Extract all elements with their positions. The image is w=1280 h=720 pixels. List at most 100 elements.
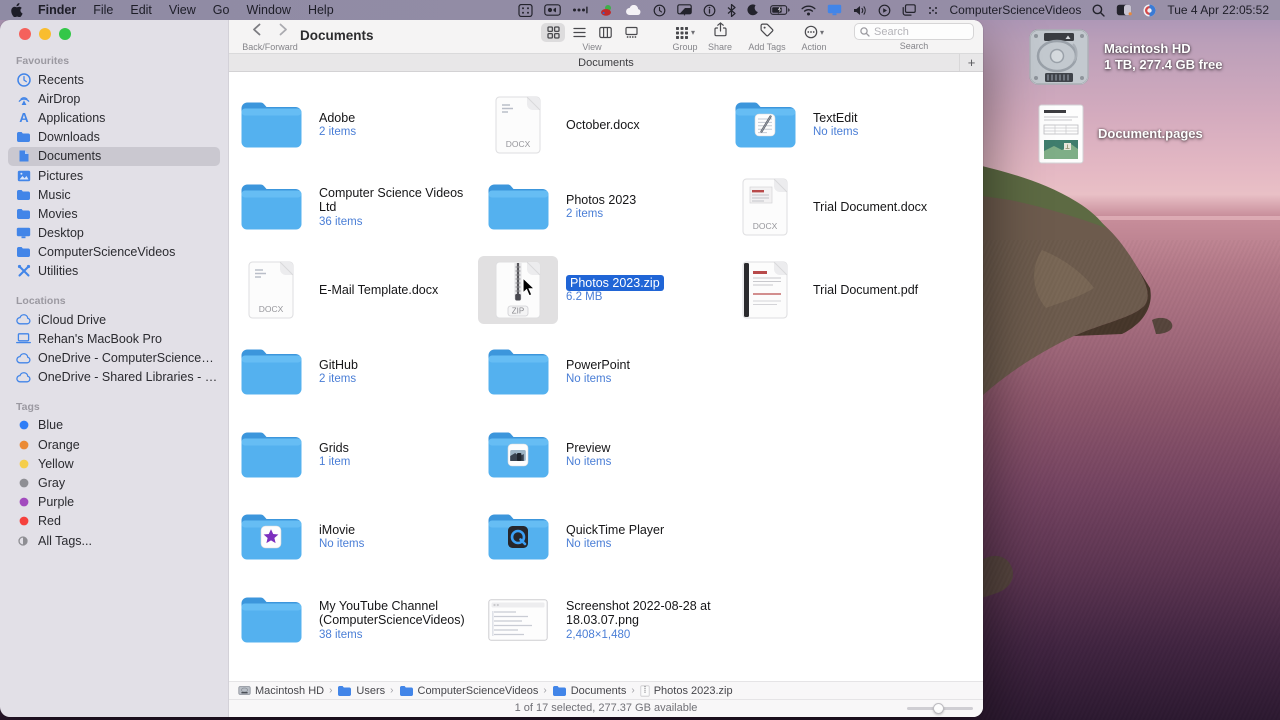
sidebar-item-rehan-s-macbook-pro[interactable]: Rehan's MacBook Pro xyxy=(8,329,220,348)
file-name: October.docx xyxy=(566,117,640,132)
png-file-icon xyxy=(478,586,558,654)
icon-size-slider[interactable] xyxy=(907,703,973,714)
file-item-e-mail-template-docx[interactable]: DOCX E-Mail Template.docx xyxy=(231,255,475,325)
menu-view[interactable]: View xyxy=(169,3,196,17)
add-tags-button[interactable] xyxy=(760,23,774,42)
forward-button[interactable] xyxy=(279,23,288,41)
sidebar-item-documents[interactable]: Documents xyxy=(8,146,220,166)
sidebar-item-pictures[interactable]: Pictures xyxy=(8,166,220,185)
app-color-icon[interactable] xyxy=(599,4,614,17)
file-item-trial-document-pdf[interactable]: Trial Document.pdf xyxy=(725,255,969,325)
desktop-icon-label: Document.pages xyxy=(1098,126,1203,141)
sidebar-item-orange[interactable]: Orange xyxy=(8,435,220,454)
play-circle-icon[interactable] xyxy=(878,4,891,17)
view-columns-button[interactable] xyxy=(593,23,617,42)
ellipsis-bar-icon[interactable] xyxy=(572,5,588,15)
menu-finder[interactable]: Finder xyxy=(38,3,76,17)
battery-icon[interactable] xyxy=(769,5,790,15)
view-gallery-button[interactable] xyxy=(619,23,643,42)
sidebar-item-utilities[interactable]: Utilities xyxy=(8,262,220,281)
tab-documents[interactable]: Documents xyxy=(578,57,634,69)
menubar-account-name[interactable]: ComputerScienceVideos xyxy=(950,3,1082,17)
file-item-photos-2023[interactable]: Photos 2023 2 items xyxy=(478,172,722,242)
path-crumb-photos-2023-zip[interactable]: Photos 2023.zip xyxy=(640,685,733,697)
sidebar-item-downloads[interactable]: Downloads xyxy=(8,128,220,147)
timer-icon[interactable] xyxy=(653,4,666,17)
search-input[interactable]: Search xyxy=(854,23,974,40)
sidebar-item-all-tags[interactable]: All Tags... xyxy=(8,531,220,550)
path-crumb-documents[interactable]: Documents xyxy=(552,685,626,697)
sidebar-item-icloud-drive[interactable]: iCloud Drive xyxy=(8,310,220,329)
file-item-photos-2023-zip[interactable]: ZIP Photos 2023.zip 6.2 MB xyxy=(478,255,722,325)
sidebar-item-applications[interactable]: A Applications xyxy=(8,108,220,127)
sidebar-item-blue[interactable]: Blue xyxy=(8,416,220,435)
file-item-screenshot-2022-08-28-at-18-03-07-png[interactable]: Screenshot 2022-08-28 at 18.03.07.png 2,4… xyxy=(478,585,722,655)
menu-go[interactable]: Go xyxy=(213,3,230,17)
screen-rec-icon[interactable] xyxy=(543,4,561,16)
info-icon[interactable] xyxy=(703,4,716,17)
file-item-october-docx[interactable]: DOCX October.docx xyxy=(478,90,722,160)
file-item-preview[interactable]: Preview No items xyxy=(478,420,722,490)
sidebar-item-red[interactable]: Red xyxy=(8,512,220,531)
file-item-my-youtube-channel-computersciencevideos[interactable]: My YouTube Channel (ComputerScienceVideo… xyxy=(231,585,475,655)
slider-knob[interactable] xyxy=(933,703,944,714)
sidebar-item-music[interactable]: Music xyxy=(8,185,220,204)
view-list-button[interactable] xyxy=(567,23,591,42)
sidebar-item-movies[interactable]: Movies xyxy=(8,204,220,223)
menu-file[interactable]: File xyxy=(93,3,113,17)
file-item-trial-document-docx[interactable]: DOCX Trial Document.docx xyxy=(725,172,969,242)
menu-help[interactable]: Help xyxy=(308,3,334,17)
file-item-imovie[interactable]: iMovie No items xyxy=(231,502,475,572)
moon-icon[interactable] xyxy=(746,4,759,16)
file-item-grids[interactable]: Grids 1 item xyxy=(231,420,475,490)
menu-edit[interactable]: Edit xyxy=(130,3,152,17)
control-center-icon[interactable] xyxy=(1143,4,1156,17)
speaker-icon[interactable] xyxy=(853,5,867,16)
share-button[interactable] xyxy=(713,22,727,42)
magnifier-icon[interactable] xyxy=(1092,4,1106,17)
back-button[interactable] xyxy=(252,23,261,41)
view-grid-button[interactable] xyxy=(541,22,565,42)
file-item-textedit[interactable]: TextEdit No items xyxy=(725,90,969,160)
action-button[interactable]: ▾ xyxy=(804,25,824,39)
sidebar-section-locations: Locations xyxy=(16,295,66,308)
sidebar-item-yellow[interactable]: Yellow xyxy=(8,454,220,473)
menu-window[interactable]: Window xyxy=(246,3,290,17)
monitor-icon[interactable] xyxy=(827,4,842,16)
file-item-adobe[interactable]: Adobe 2 items xyxy=(231,90,475,160)
path-crumb-computersciencevideos[interactable]: ComputerScienceVideos xyxy=(399,685,538,697)
close-button[interactable] xyxy=(19,28,31,40)
file-item-quicktime-player[interactable]: QuickTime Player No items xyxy=(478,502,722,572)
sidebar-item-onedrive-computersciencevideos[interactable]: OneDrive - ComputerScienceVideos xyxy=(8,348,220,367)
menubar-clock[interactable]: Tue 4 Apr 22:05:52 xyxy=(1167,3,1269,17)
sidebar-item-desktop[interactable]: Desktop xyxy=(8,224,220,243)
cloud-icon[interactable] xyxy=(625,4,642,16)
sidebar-item-recents[interactable]: Recents xyxy=(8,70,220,89)
bluetooth-icon[interactable] xyxy=(727,3,736,17)
dots4-icon[interactable] xyxy=(927,5,939,15)
group-button[interactable]: ▾ xyxy=(675,26,695,39)
sidebar-item-gray[interactable]: Gray xyxy=(8,473,220,492)
display-mirror-icon[interactable] xyxy=(676,4,692,16)
desktop-icon-document-pages[interactable]: Document.pages xyxy=(1038,104,1203,164)
zoom-button[interactable] xyxy=(59,28,71,40)
sidebar-item-onedrive-shared-libraries-comp[interactable]: OneDrive - Shared Libraries - Comp... xyxy=(8,368,220,387)
wifi-icon[interactable] xyxy=(801,4,816,16)
file-item-computer-science-videos-ltd[interactable]: Computer Science Videos Ltd 36 items xyxy=(231,172,475,242)
app-grid-icon[interactable] xyxy=(517,3,533,17)
minimize-button[interactable] xyxy=(39,28,51,40)
apple-menu-icon[interactable] xyxy=(11,3,23,17)
sidebar-section-tags: Tags xyxy=(16,400,40,413)
user-switch-icon[interactable] xyxy=(1116,4,1133,16)
sidebar-item-airdrop[interactable]: AirDrop xyxy=(8,89,220,108)
file-item-powerpoint[interactable]: PowerPoint No items xyxy=(478,337,722,407)
windows-stack-icon[interactable] xyxy=(902,4,916,16)
new-tab-button[interactable]: + xyxy=(959,54,983,71)
file-item-github[interactable]: GitHub 2 items xyxy=(231,337,475,407)
path-crumb-macintosh-hd[interactable]: Macintosh HD xyxy=(238,685,324,697)
letter-a-icon: A xyxy=(15,111,32,124)
desktop-icon-macintosh-hd[interactable]: Macintosh HD 1 TB, 277.4 GB free xyxy=(1028,28,1223,86)
sidebar-item-computersciencevideos[interactable]: ComputerScienceVideos xyxy=(8,243,220,262)
path-crumb-users[interactable]: Users xyxy=(337,685,385,697)
sidebar-item-purple[interactable]: Purple xyxy=(8,493,220,512)
